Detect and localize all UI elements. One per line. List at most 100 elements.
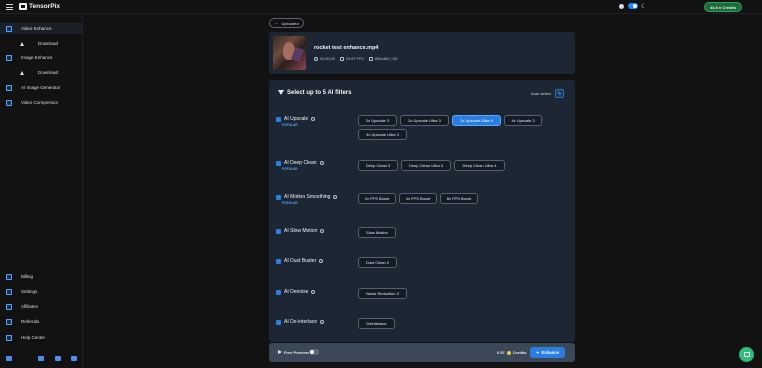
slow-motion-icon <box>276 228 281 234</box>
sidebar: Video Enhance Download Image Enhance Dow… <box>0 14 83 368</box>
video-card: rocket test enhance.mp4 00:00:05 29.97 F… <box>269 32 575 74</box>
info-icon[interactable] <box>320 320 325 324</box>
logo[interactable]: TensorPix <box>19 3 60 10</box>
option-deep-clean-ultra-3[interactable]: Deep Clean Ultra 3 <box>401 160 451 171</box>
video-thumbnail[interactable] <box>273 36 306 70</box>
free-preview-toggle[interactable] <box>309 349 319 355</box>
play-icon <box>278 350 282 354</box>
sidebar-item-label: Download <box>38 41 59 46</box>
cost-unit: Credits <box>512 350 527 355</box>
video-enhance-icon <box>6 25 12 32</box>
filter-name: AI De-interlace <box>284 319 318 325</box>
auto-select-label: Auto select <box>531 91 551 96</box>
popular-tag: POPULAR <box>282 123 298 127</box>
tensorpix-logo-icon <box>19 3 27 10</box>
clock-icon <box>314 57 318 61</box>
sidebar-item-video-enhance[interactable]: Video Enhance <box>0 23 83 34</box>
youtube-icon[interactable] <box>38 356 44 361</box>
deep-clean-icon <box>276 160 281 166</box>
chat-support-button[interactable] <box>739 347 754 362</box>
hamburger-menu-icon[interactable] <box>6 4 13 10</box>
sidebar-item-video-compressor[interactable]: Video Compressor <box>0 97 83 108</box>
option-deinterlace[interactable]: Deinterlace <box>358 318 395 329</box>
option-2x-fps-boost[interactable]: 2x FPS Boost <box>358 193 396 204</box>
moon-icon: ☾ <box>641 4 647 10</box>
filter-name: AI Deep Clean <box>284 160 317 166</box>
cost-value: 0.57 <box>497 350 505 355</box>
download-icon <box>20 70 24 75</box>
enhance-button[interactable]: ✦ Enhance <box>530 347 565 358</box>
resolution-value: 852x480 | SD <box>374 57 398 61</box>
option-2x-upscale-ultra-3[interactable]: 2x Upscale Ultra 3 <box>400 115 449 126</box>
option-deep-clean-ultra-4[interactable]: Deep Clean Ultra 4 <box>454 160 505 171</box>
info-icon[interactable] <box>319 259 324 263</box>
credits-label: 44.8 ● Credits <box>709 4 737 10</box>
sidebar-item-download-video[interactable]: Download <box>0 38 83 49</box>
fps-value: 29.97 FPS <box>345 57 364 61</box>
option-2x-upscale-ultra-4[interactable]: 2x Upscale Ultra 4 <box>452 115 501 126</box>
option-2x-upscale-3[interactable]: 2x Upscale 3 <box>358 115 397 126</box>
sidebar-item-settings[interactable]: Settings <box>0 286 83 297</box>
upscale-icon <box>276 116 281 122</box>
sidebar-item-referrals[interactable]: Referrals <box>0 316 83 327</box>
filter-ai-deep-clean: AI Deep Clean POPULAR <box>276 160 356 171</box>
video-file-name: rocket test enhance.mp4 <box>314 45 379 51</box>
ai-image-generator-icon <box>6 84 12 91</box>
info-icon[interactable] <box>333 195 338 199</box>
option-deep-clean-3[interactable]: Deep Clean 3 <box>358 160 398 171</box>
sidebar-item-label: Download <box>38 70 59 75</box>
deinterlace-icon <box>276 319 281 325</box>
arrow-left-icon: ← <box>274 20 280 26</box>
lightning-icon: ϟ <box>558 90 561 97</box>
sidebar-item-ai-image-generator[interactable]: AI Image Generator <box>0 82 83 93</box>
x-icon[interactable] <box>71 356 77 361</box>
sidebar-item-label: Video Compressor <box>21 100 59 105</box>
download-icon <box>20 41 24 46</box>
referrals-icon <box>6 318 12 325</box>
filter-ai-denoise: AI Denoise <box>276 289 356 295</box>
filter-name: AI Motion Smoothing <box>284 194 331 200</box>
back-to-uploaded-button[interactable]: ← Uploaded <box>269 18 304 28</box>
motion-smoothing-icon <box>276 194 281 200</box>
sidebar-item-label: Video Enhance <box>21 26 52 31</box>
sidebar-item-billing[interactable]: Billing <box>0 271 83 282</box>
info-icon[interactable] <box>311 117 316 121</box>
sidebar-item-download-image[interactable]: Download <box>0 67 83 78</box>
resolution-icon <box>368 57 373 61</box>
credits-badge[interactable]: 44.8 ● Credits <box>704 2 742 12</box>
duration: 00:00:05 <box>314 57 335 61</box>
info-icon[interactable] <box>320 229 325 233</box>
help-center-icon <box>6 334 12 341</box>
top-bar: TensorPix ☾ 44.8 ● Credits <box>0 0 762 14</box>
filter-icon <box>278 90 284 95</box>
affiliates-icon <box>6 303 12 310</box>
cost: 0.57 Credits <box>497 350 527 355</box>
sidebar-item-image-enhance[interactable]: Image Enhance <box>0 52 83 63</box>
theme-toggle[interactable] <box>628 3 638 9</box>
filter-ai-upscale: AI Upscale POPULAR <box>276 116 356 127</box>
option-dust-clean-2[interactable]: Dust Clean 2 <box>358 257 397 268</box>
filter-ai-motion-smoothing: AI Motion Smoothing POPULAR <box>276 194 356 205</box>
option-8x-fps-boost[interactable]: 8x FPS Boost <box>440 193 478 204</box>
filter-ai-deinterlace: AI De-interlace <box>276 319 356 325</box>
auto-select-button[interactable]: ϟ <box>555 89 564 98</box>
option-4x-fps-boost[interactable]: 4x FPS Boost <box>399 193 437 204</box>
enhance-label: Enhance <box>541 350 559 355</box>
billing-icon <box>6 273 12 280</box>
info-icon[interactable] <box>319 161 324 165</box>
option-4x-upscale-ultra-3[interactable]: 4x Upscale Ultra 3 <box>358 129 407 140</box>
duration-value: 00:00:05 <box>320 57 335 61</box>
linkedin-icon[interactable] <box>55 356 61 361</box>
option-slow-motion[interactable]: Slow Motion <box>358 227 396 238</box>
enhance-bar: Free Preview 0.57 Credits ✦ Enhance <box>269 343 575 362</box>
discord-icon[interactable] <box>6 356 12 361</box>
option-4x-upscale-3[interactable]: 4x Upscale 3 <box>504 115 542 126</box>
sidebar-item-help-center[interactable]: Help Center <box>0 332 83 343</box>
sidebar-item-affiliates[interactable]: Affiliates <box>0 301 83 312</box>
image-enhance-icon <box>6 54 12 61</box>
info-icon[interactable] <box>311 290 316 294</box>
filter-name: AI Upscale <box>284 116 309 122</box>
social-links <box>0 353 83 365</box>
option-noise-reduction-3[interactable]: Noise Reduction 3 <box>358 288 407 299</box>
sun-icon <box>619 4 624 9</box>
